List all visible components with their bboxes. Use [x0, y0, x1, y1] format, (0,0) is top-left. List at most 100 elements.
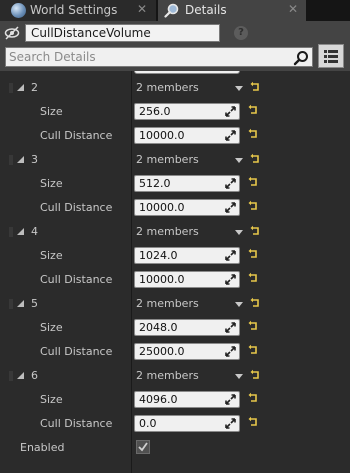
close-icon[interactable]: ✕ — [137, 2, 147, 16]
expand-arrow-icon[interactable] — [17, 228, 24, 235]
enabled-checkbox[interactable] — [136, 440, 150, 454]
scrub-arrows-icon[interactable] — [225, 322, 236, 333]
cull-distance-value-field[interactable]: 10000.0 — [134, 127, 240, 144]
dropdown-arrow-icon[interactable] — [235, 302, 243, 307]
actor-visibility-icon[interactable] — [4, 26, 20, 40]
property-label: Size — [40, 177, 63, 190]
property-label: Size — [40, 393, 63, 406]
size-property-row: Size 256.0 — [0, 100, 350, 124]
drag-handle-icon[interactable] — [9, 371, 13, 381]
reset-to-default-icon[interactable] — [248, 416, 259, 428]
scrub-arrows-icon[interactable] — [225, 202, 236, 213]
size-value-field[interactable]: 256.0 — [134, 103, 240, 120]
size-value-field[interactable]: 2048.0 — [134, 319, 240, 336]
help-icon[interactable]: ? — [234, 26, 248, 40]
cull-distance-value-field[interactable]: 10000.0 — [134, 271, 240, 288]
property-label: Cull Distance — [40, 201, 113, 214]
property-label: Cull Distance — [40, 417, 113, 430]
cull-distance-value-field[interactable]: 10000.0 — [134, 199, 240, 216]
magnifier-icon — [164, 3, 179, 18]
size-property-row: Size 512.0 — [0, 172, 350, 196]
scrub-arrows-icon[interactable] — [225, 274, 236, 285]
scrub-arrows-icon[interactable] — [225, 394, 236, 405]
drag-handle-icon[interactable] — [9, 83, 13, 93]
dropdown-arrow-icon[interactable] — [235, 158, 243, 163]
scrub-arrows-icon[interactable] — [225, 418, 236, 429]
member-count: 2 members — [136, 81, 199, 94]
reset-to-default-icon[interactable] — [248, 272, 259, 284]
scrub-arrows-icon[interactable] — [225, 250, 236, 261]
scrub-arrows-icon[interactable] — [225, 178, 236, 189]
array-element-row[interactable]: 4 2 members — [0, 220, 350, 244]
drag-handle-icon[interactable] — [9, 155, 13, 165]
field-value: 256.0 — [139, 105, 171, 118]
reset-to-default-icon[interactable] — [248, 176, 259, 188]
scrub-arrows-icon[interactable] — [225, 346, 236, 357]
reset-to-default-icon[interactable] — [250, 297, 261, 309]
enabled-property-row: Enabled — [0, 436, 350, 460]
reset-to-default-icon[interactable] — [250, 369, 261, 381]
expand-arrow-icon[interactable] — [17, 372, 24, 379]
element-index: 5 — [31, 297, 38, 310]
element-index: 4 — [31, 225, 38, 238]
field-value: 1024.0 — [139, 249, 178, 262]
field-value: 0.0 — [139, 417, 157, 430]
expand-arrow-icon[interactable] — [17, 300, 24, 307]
cull-distance-value-field[interactable]: 0.0 — [134, 415, 240, 432]
previous-value-field[interactable] — [134, 71, 240, 74]
search-input[interactable] — [9, 49, 289, 65]
property-label: Cull Distance — [40, 345, 113, 358]
checkmark-icon — [138, 442, 148, 452]
dropdown-arrow-icon[interactable] — [235, 86, 243, 91]
dropdown-arrow-icon[interactable] — [235, 230, 243, 235]
reset-to-default-icon[interactable] — [248, 344, 259, 356]
property-label: Size — [40, 249, 63, 262]
reset-to-default-icon[interactable] — [248, 320, 259, 332]
array-element-row[interactable]: 5 2 members — [0, 292, 350, 316]
property-list: 2 2 members Size 256.0 Cull Distance 100… — [0, 71, 350, 473]
reset-to-default-icon[interactable] — [248, 200, 259, 212]
field-value: 10000.0 — [139, 201, 185, 214]
field-value: 2048.0 — [139, 321, 178, 334]
tab-details[interactable]: Details ✕ — [158, 0, 306, 21]
drag-handle-icon[interactable] — [9, 299, 13, 309]
drag-handle-icon[interactable] — [9, 227, 13, 237]
array-element-row[interactable]: 3 2 members — [0, 148, 350, 172]
field-value: 4096.0 — [139, 393, 178, 406]
field-value: 512.0 — [139, 177, 171, 190]
reset-to-default-icon[interactable] — [248, 392, 259, 404]
size-value-field[interactable]: 512.0 — [134, 175, 240, 192]
scrub-arrows-icon[interactable] — [225, 106, 236, 117]
size-value-field[interactable]: 1024.0 — [134, 247, 240, 264]
size-property-row: Size 2048.0 — [0, 316, 350, 340]
member-count: 2 members — [136, 225, 199, 238]
reset-to-default-icon[interactable] — [250, 81, 261, 93]
close-icon[interactable]: ✕ — [288, 2, 298, 16]
tab-label: Details — [185, 3, 227, 17]
reset-to-default-icon[interactable] — [248, 128, 259, 140]
size-value-field[interactable]: 4096.0 — [134, 391, 240, 408]
tab-world-settings[interactable]: World Settings ✕ — [0, 0, 156, 21]
property-label: Size — [40, 321, 63, 334]
cull-distance-value-field[interactable]: 25000.0 — [134, 343, 240, 360]
scrub-arrows-icon[interactable] — [225, 130, 236, 141]
array-element-row[interactable]: 6 2 members — [0, 364, 350, 388]
property-label: Cull Distance — [40, 129, 113, 142]
element-index: 2 — [31, 81, 38, 94]
reset-to-default-icon[interactable] — [250, 153, 261, 165]
reset-to-default-icon[interactable] — [248, 104, 259, 116]
reset-to-default-icon[interactable] — [248, 248, 259, 260]
dropdown-arrow-icon[interactable] — [235, 374, 243, 379]
cull-distance-property-row: Cull Distance 10000.0 — [0, 124, 350, 148]
list-view-icon — [324, 50, 338, 63]
array-element-row[interactable]: 2 2 members — [0, 76, 350, 100]
search-icon[interactable] — [293, 50, 309, 66]
expand-arrow-icon[interactable] — [17, 84, 24, 91]
actor-name-field[interactable]: CullDistanceVolume — [25, 24, 220, 42]
expand-arrow-icon[interactable] — [17, 156, 24, 163]
reset-to-default-icon[interactable] — [250, 225, 261, 237]
tab-bar: World Settings ✕ Details ✕ — [0, 0, 350, 21]
view-options-button[interactable] — [318, 44, 344, 68]
search-box[interactable] — [5, 47, 313, 67]
field-value: 10000.0 — [139, 273, 185, 286]
